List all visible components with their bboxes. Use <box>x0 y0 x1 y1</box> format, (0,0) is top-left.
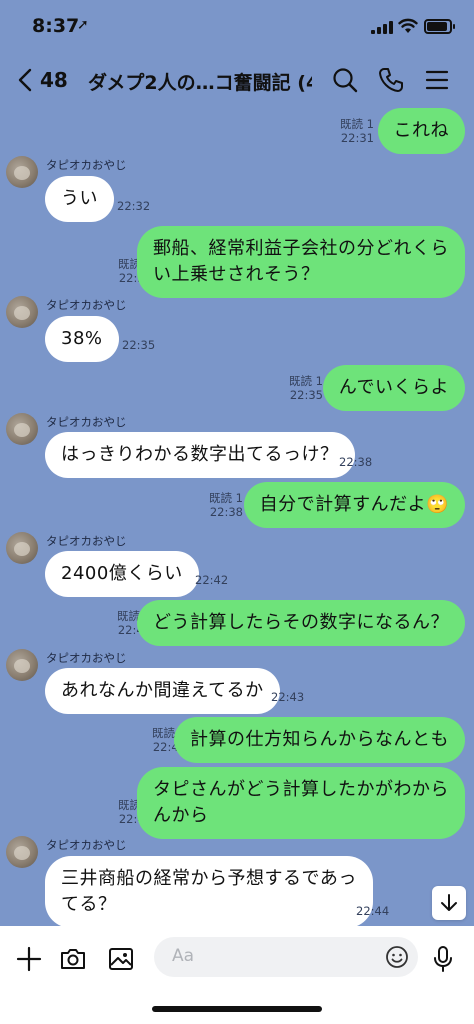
message-bubble-outgoing[interactable]: 郵船、経常利益子会社の分どれくら い上乗せされそう？ <box>137 226 465 298</box>
avatar[interactable] <box>6 649 38 681</box>
message-meta: 既読 1 22:38 <box>209 491 243 519</box>
read-receipt: 既読 1 <box>289 374 323 388</box>
avatar[interactable] <box>6 532 38 564</box>
arrow-down-icon <box>441 894 457 911</box>
message-line: てる？ <box>61 894 117 915</box>
message-bubble-incoming[interactable]: はっきりわかる数字出てるっけ？ <box>45 432 355 478</box>
back-button[interactable]: 48 <box>18 64 68 96</box>
message-input[interactable]: Aa <box>154 937 418 977</box>
unread-count: 48 <box>40 68 68 92</box>
image-icon[interactable] <box>106 944 136 974</box>
message-line: タピさんがどう計算したかがわから <box>153 779 449 800</box>
message-time: 22:35 <box>122 338 156 352</box>
message-bubble-outgoing[interactable]: 計算の仕方知らんからなんとも <box>174 717 465 763</box>
sender-name: タピオカおやじ <box>46 534 127 548</box>
message-line: 三井商船の経常から予想するであっ <box>61 868 357 889</box>
message-meta: 既読 1 22:31 <box>340 117 374 145</box>
message-line: い上乗せされそう？ <box>153 264 320 285</box>
home-indicator <box>152 1006 322 1012</box>
message-line: 郵船、経常利益子会社の分どれくら <box>153 238 449 259</box>
avatar[interactable] <box>6 296 38 328</box>
battery-icon <box>424 19 455 34</box>
camera-icon[interactable] <box>58 944 88 974</box>
sender-name: タピオカおやじ <box>46 415 127 429</box>
message-time: 22:42 <box>195 573 229 587</box>
message-bubble-outgoing[interactable]: どう計算したらその数字になるん？ <box>137 600 465 646</box>
message-input-bar: Aa <box>0 926 474 1024</box>
message-time: 22:38 <box>209 505 243 519</box>
message-bubble-outgoing[interactable]: 自分で計算すんだよ🙄 <box>243 482 465 528</box>
message-bubble-incoming[interactable]: 2400億くらい <box>45 551 199 597</box>
chat-header: 48 ダメプ2人の…コ奮闘記 (4) <box>0 52 474 108</box>
sender-name: タピオカおやじ <box>46 158 127 172</box>
message-bubble-incoming[interactable]: あれなんか間違えてるか <box>45 668 280 714</box>
cellular-signal-icon <box>371 21 393 34</box>
message-line: んから <box>153 805 209 826</box>
message-text: 自分で計算すんだよ <box>259 494 427 515</box>
avatar[interactable] <box>6 156 38 188</box>
plus-icon[interactable] <box>14 944 44 974</box>
avatar[interactable] <box>6 413 38 445</box>
message-bubble-outgoing[interactable]: んでいくらよ <box>322 365 465 411</box>
menu-icon[interactable] <box>423 66 451 94</box>
sender-name: タピオカおやじ <box>46 298 127 312</box>
wifi-icon <box>398 18 418 33</box>
read-receipt: 既読 1 <box>340 117 374 131</box>
message-time: 22:32 <box>117 199 151 213</box>
message-bubble-outgoing[interactable]: タピさんがどう計算したかがわから んから <box>137 767 465 839</box>
message-time: 22:31 <box>340 131 374 145</box>
phone-icon[interactable] <box>377 66 405 94</box>
search-icon[interactable] <box>331 66 359 94</box>
message-input-placeholder: Aa <box>172 946 195 966</box>
message-meta: 既読 1 22:35 <box>289 374 323 402</box>
message-time: 22:38 <box>339 455 373 469</box>
chevron-left-icon <box>18 68 32 92</box>
message-bubble-incoming[interactable]: 38% <box>45 316 119 362</box>
message-bubble-incoming[interactable]: うい <box>45 176 114 222</box>
message-bubble-outgoing[interactable]: これね <box>377 108 465 154</box>
message-time: 22:35 <box>289 388 323 402</box>
sender-name: タピオカおやじ <box>46 651 127 665</box>
smiley-icon[interactable] <box>385 945 409 969</box>
message-time: 22:43 <box>271 690 305 704</box>
chat-title: ダメプ2人の…コ奮闘記 (4) <box>88 72 312 94</box>
status-bar: 8:37 ➚ <box>0 0 474 52</box>
message-time: 22:44 <box>356 904 390 918</box>
message-list[interactable]: 既読 1 22:31 これね タピオカおやじ うい 22:32 既読 1 22:… <box>0 108 474 928</box>
location-arrow-icon: ➚ <box>77 17 89 33</box>
sender-name: タピオカおやじ <box>46 838 127 852</box>
status-time: 8:37 <box>32 15 80 37</box>
message-bubble-incoming[interactable]: 三井商船の経常から予想するであっ てる？ <box>45 856 373 928</box>
eye-roll-emoji-icon: 🙄 <box>426 494 449 515</box>
microphone-icon[interactable] <box>428 944 458 974</box>
avatar[interactable] <box>6 836 38 868</box>
scroll-to-bottom-button[interactable] <box>432 886 466 920</box>
read-receipt: 既読 1 <box>209 491 243 505</box>
